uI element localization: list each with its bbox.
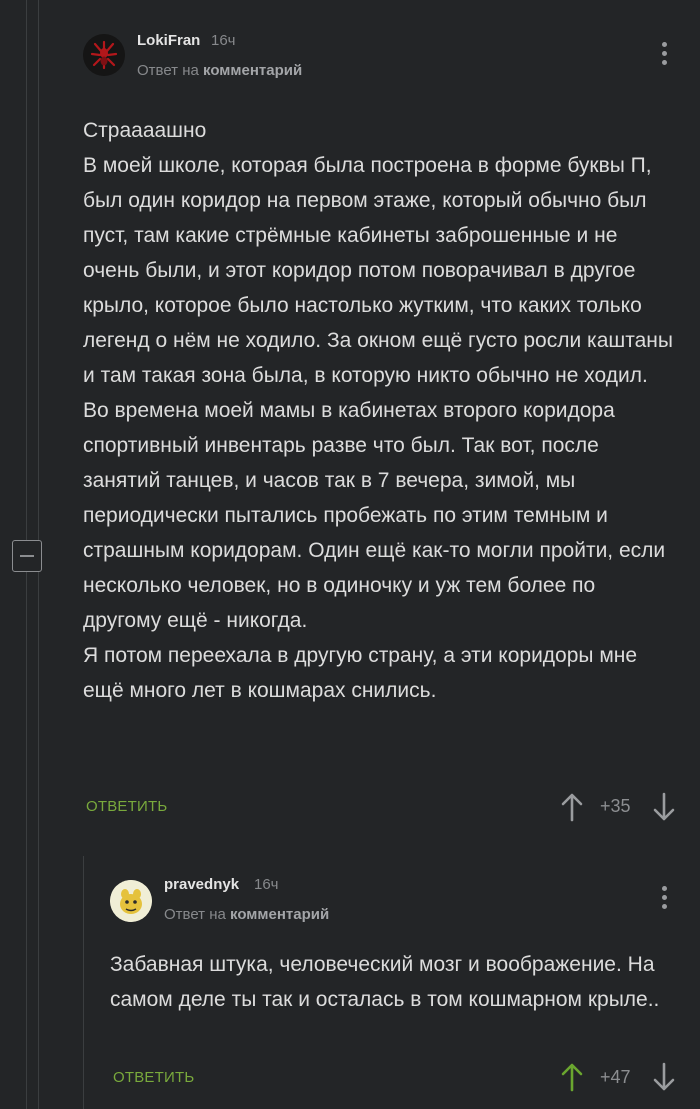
user-avatar[interactable] <box>83 34 125 76</box>
more-options-icon[interactable] <box>662 886 668 913</box>
comment-paragraph: Я потом переехала в другую страну, а эти… <box>83 644 638 702</box>
collapse-thread-button[interactable] <box>12 540 42 572</box>
downvote-arrow-icon[interactable] <box>652 1062 676 1092</box>
comment-time: 16ч <box>211 32 236 49</box>
reply-to-target: комментарий <box>203 62 303 79</box>
comment-paragraph: Страааашно <box>83 119 207 142</box>
collapse-icon <box>20 555 34 557</box>
reply-to-link[interactable]: Ответ на комментарий <box>137 62 302 79</box>
spider-avatar-icon <box>83 34 125 76</box>
downvote-arrow-icon[interactable] <box>652 792 676 822</box>
reply-button[interactable]: ОТВЕТИТЬ <box>86 798 167 815</box>
upvote-arrow-icon[interactable] <box>560 792 584 822</box>
reply-to-target: комментарий <box>230 906 330 923</box>
comment-score: +47 <box>600 1067 631 1087</box>
comment-paragraph: В моей школе, которая была построена в ф… <box>83 154 673 632</box>
comment-time: 16ч <box>254 876 279 893</box>
thread-line-nested <box>83 856 84 1109</box>
comment-body: Страааашно В моей школе, которая была по… <box>83 113 675 708</box>
reply-to-prefix: Ответ на <box>137 62 199 79</box>
comment-username[interactable]: pravednyk <box>164 876 239 893</box>
upvote-arrow-icon[interactable] <box>560 1062 584 1092</box>
reply-to-prefix: Ответ на <box>164 906 226 923</box>
more-options-icon[interactable] <box>662 42 668 69</box>
user-avatar[interactable] <box>110 880 152 922</box>
comment-score: +35 <box>600 796 631 816</box>
comment-username[interactable]: LokiFran <box>137 32 200 49</box>
reply-to-link[interactable]: Ответ на комментарий <box>164 906 329 923</box>
reply-button[interactable]: ОТВЕТИТЬ <box>113 1069 194 1086</box>
comment-paragraph: Забавная штука, человеческий мозг и вооб… <box>110 953 660 1011</box>
cartoon-avatar-icon <box>110 880 152 922</box>
comment-body: Забавная штука, человеческий мозг и вооб… <box>110 947 680 1017</box>
